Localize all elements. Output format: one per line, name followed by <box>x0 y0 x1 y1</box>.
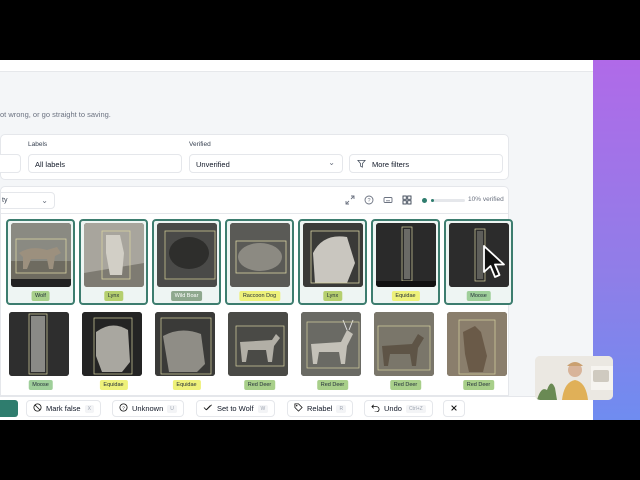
camera-trap-image <box>9 312 69 376</box>
grid-tile[interactable]: Red Deer <box>444 310 513 396</box>
tile-label-tag: Equidae <box>99 380 128 390</box>
grid-tile[interactable]: Lynx <box>79 219 148 305</box>
expand-icon[interactable] <box>344 195 356 207</box>
grid-view-icon[interactable] <box>401 195 413 207</box>
mouse-pointer-icon <box>482 244 508 280</box>
tile-label-tag: Red Deer <box>462 380 495 390</box>
grid-tile[interactable]: Red Deer <box>298 310 367 396</box>
sort-value: ty <box>2 197 8 204</box>
unknown-label: Unknown <box>132 404 164 413</box>
tile-label-tag: Raccoon Dog <box>238 291 281 301</box>
labels-filter-select[interactable]: All labels <box>28 154 182 173</box>
help-icon: ? <box>119 403 128 414</box>
camera-trap-image <box>157 223 217 287</box>
grid-tile[interactable]: Lynx <box>298 219 367 305</box>
grid-tile[interactable]: Red Deer <box>225 310 294 396</box>
camera-trap-image <box>374 312 434 376</box>
grid-tile[interactable]: Equidae <box>79 310 148 396</box>
labels-filter-title: Labels <box>28 141 48 148</box>
grid-tile[interactable]: Raccoon Dog <box>225 219 294 305</box>
select-all-button[interactable] <box>0 400 18 417</box>
undo-shortcut: Ctrl+Z <box>405 404 426 413</box>
relabel-button[interactable]: Relabel R <box>287 400 354 417</box>
camera-trap-image <box>84 223 144 287</box>
camera-trap-image <box>11 223 71 287</box>
tile-label-tag: Equidae <box>391 291 420 301</box>
grid-tile[interactable]: Wolf <box>6 219 75 305</box>
chevron-down-icon: ⌄ <box>328 158 335 167</box>
relabel-shortcut: R <box>336 404 347 413</box>
undo-icon <box>371 403 380 414</box>
grid-tile[interactable]: Equidae <box>152 310 221 396</box>
webcam-overlay <box>535 356 613 400</box>
app-window: ot wrong, or go straight to saving. Labe… <box>0 60 593 420</box>
verified-filter-select[interactable]: Unverified ⌄ <box>189 154 343 173</box>
unknown-button[interactable]: ? Unknown U <box>112 400 184 417</box>
sort-select[interactable]: ty ⌄ <box>0 192 55 209</box>
set-to-label-button[interactable]: Set to Wolf W <box>196 400 276 417</box>
grid-tile[interactable]: Red Deer <box>371 310 440 396</box>
close-icon <box>450 404 458 414</box>
close-button[interactable] <box>443 400 465 417</box>
action-bar: Mark false X ? Unknown U Set to Wolf W R… <box>0 396 593 420</box>
set-to-label: Set to Wolf <box>217 404 254 413</box>
progress-indicator-dot <box>422 198 427 203</box>
search-input[interactable] <box>0 154 21 173</box>
block-icon <box>33 403 42 414</box>
filter-panel: Labels All labels Verified Unverified ⌄ … <box>0 134 509 180</box>
progress-bar <box>431 199 465 202</box>
chevron-down-icon: ⌄ <box>41 196 48 205</box>
camera-trap-image <box>155 312 215 376</box>
tile-label-tag: Lynx <box>322 291 343 301</box>
more-filters-button[interactable]: More filters <box>349 154 503 173</box>
help-icon[interactable]: ? <box>363 195 375 207</box>
top-bar <box>0 60 593 72</box>
tile-label-tag: Equidae <box>172 380 201 390</box>
camera-trap-image <box>82 312 142 376</box>
verified-filter-value: Unverified <box>196 160 230 169</box>
undo-button[interactable]: Undo Ctrl+Z <box>364 400 433 417</box>
undo-label: Undo <box>384 404 402 413</box>
mark-false-shortcut: X <box>84 404 94 413</box>
check-double-icon <box>203 403 213 414</box>
more-filters-label: More filters <box>372 160 410 169</box>
labels-filter-value: All labels <box>35 160 66 169</box>
progress-bar-fill <box>431 199 435 202</box>
progress-text: 10% verified <box>468 196 504 203</box>
mark-false-button[interactable]: Mark false X <box>26 400 101 417</box>
tile-label-tag: Red Deer <box>243 380 276 390</box>
grid-tile[interactable]: Equidae <box>371 219 440 305</box>
mark-false-label: Mark false <box>46 404 81 413</box>
camera-trap-image <box>230 223 290 287</box>
tile-label-tag: Red Deer <box>389 380 422 390</box>
instruction-text: ot wrong, or go straight to saving. <box>0 110 111 119</box>
grid-toolbar: ty ⌄ ? 10% verified <box>0 186 509 214</box>
relabel-label: Relabel <box>307 404 333 413</box>
camera-trap-image <box>303 223 363 287</box>
image-grid: Wolf Lynx Wild Boar Raccoon Dog Lynx Equ… <box>0 214 513 396</box>
filter-icon <box>357 159 366 170</box>
unknown-shortcut: U <box>167 404 177 413</box>
camera-trap-image <box>301 312 361 376</box>
tile-label-tag: Lynx <box>103 291 124 301</box>
tile-label-tag: Moose <box>28 380 53 390</box>
grid-tile[interactable]: Wild Boar <box>152 219 221 305</box>
set-to-shortcut: W <box>257 404 269 413</box>
tile-label-tag: Red Deer <box>316 380 349 390</box>
tile-label-tag: Wild Boar <box>170 291 203 301</box>
verified-filter-title: Verified <box>189 141 211 148</box>
camera-trap-image <box>228 312 288 376</box>
svg-text:?: ? <box>122 405 125 411</box>
tile-label-tag: Wolf <box>31 291 50 301</box>
camera-trap-image <box>447 312 507 376</box>
svg-text:?: ? <box>367 198 370 204</box>
tag-icon <box>294 403 303 414</box>
grid-tile[interactable]: Moose <box>6 310 75 396</box>
camera-trap-image <box>376 223 436 287</box>
keyboard-icon[interactable] <box>382 195 394 207</box>
screen: ot wrong, or go straight to saving. Labe… <box>0 0 640 480</box>
tile-label-tag: Moose <box>466 291 491 301</box>
